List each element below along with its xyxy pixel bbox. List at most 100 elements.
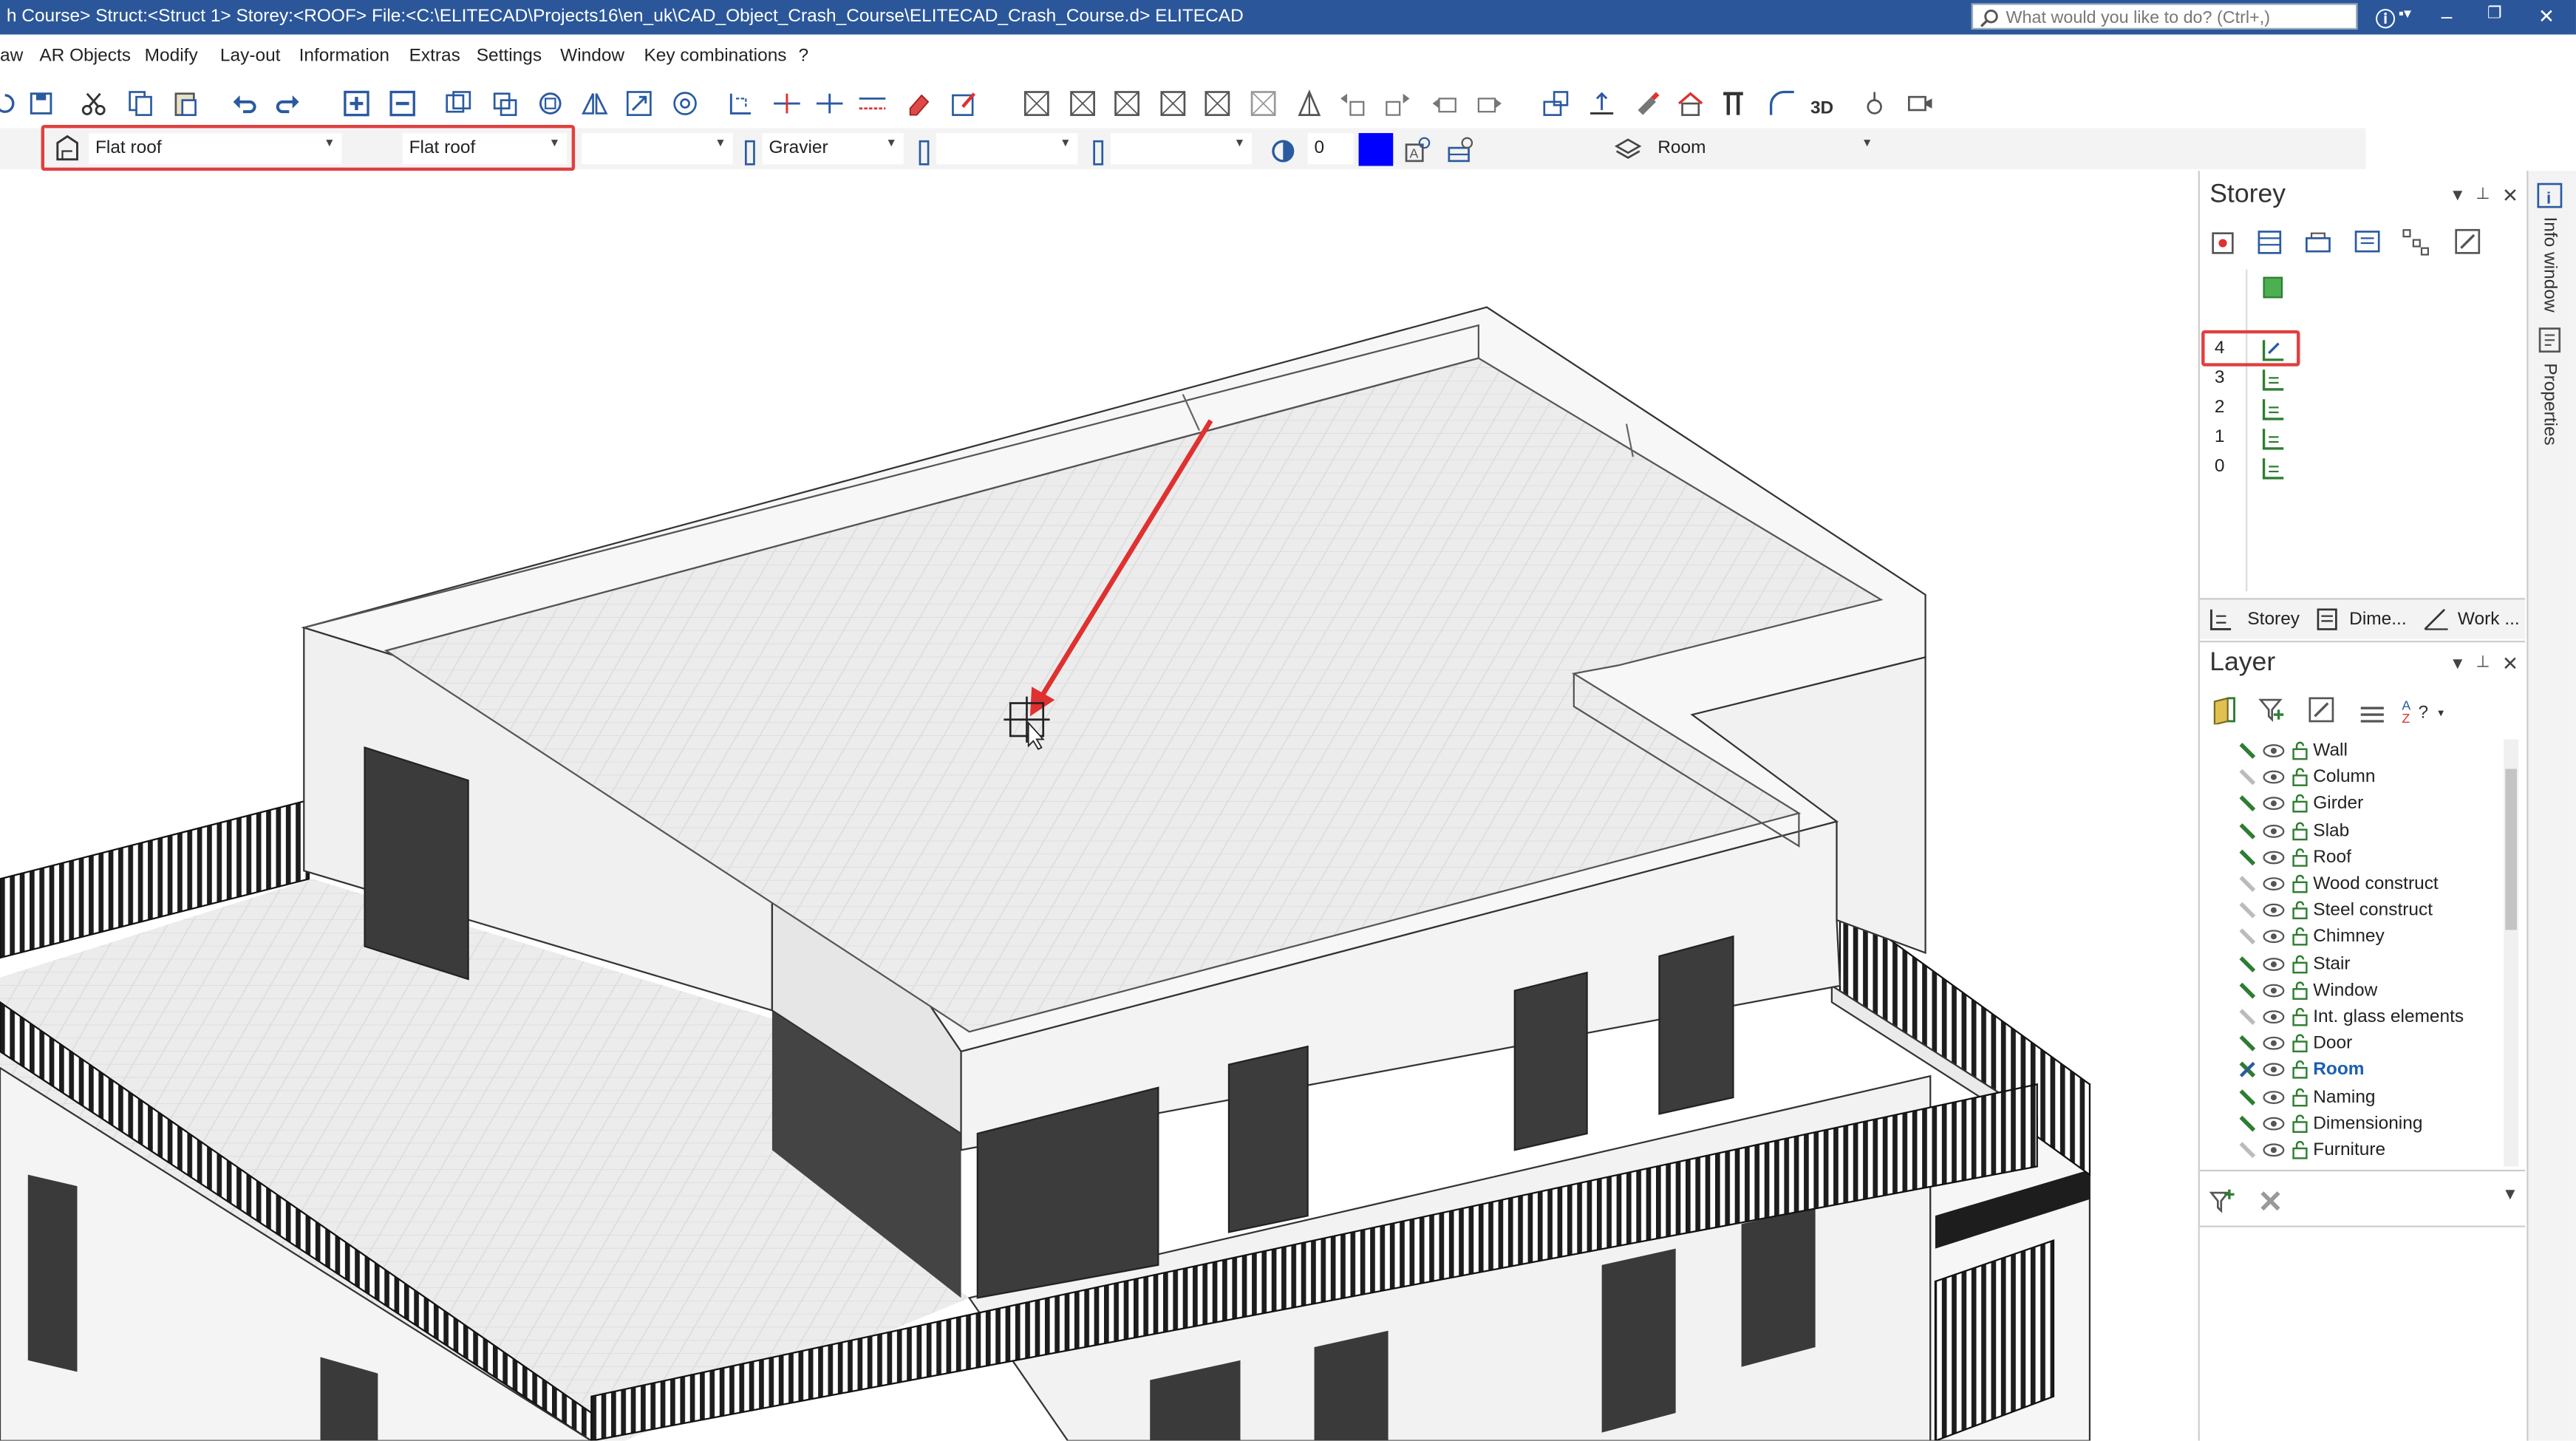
eye-icon[interactable] xyxy=(2262,794,2285,814)
transparency-input[interactable]: 0 xyxy=(1307,133,1354,165)
layer-active-icon[interactable] xyxy=(2238,1140,2258,1160)
redo-icon[interactable] xyxy=(273,89,302,118)
restore-icon[interactable]: ❐ xyxy=(2487,5,2502,23)
remove-filter-icon[interactable] xyxy=(2255,1186,2285,1216)
menu-information[interactable]: Information xyxy=(299,46,389,66)
eye-icon[interactable] xyxy=(2262,981,2285,1001)
storey-level-icon[interactable] xyxy=(2259,424,2289,454)
close-icon[interactable]: ✕ xyxy=(2538,5,2555,28)
mirror-icon[interactable] xyxy=(580,89,610,118)
properties-tab[interactable]: Properties xyxy=(2540,363,2560,445)
lock-icon[interactable] xyxy=(2290,794,2310,814)
zoom-in-icon[interactable] xyxy=(341,89,371,118)
layer-row[interactable]: Girder xyxy=(2201,791,2497,817)
info-window-tab[interactable]: Info window xyxy=(2540,217,2560,312)
storey-row-1[interactable]: 1 xyxy=(2215,427,2225,447)
layer-row[interactable]: Roof xyxy=(2201,844,2497,871)
eye-icon[interactable] xyxy=(2262,1060,2285,1080)
eraser-icon[interactable] xyxy=(904,89,933,118)
layer-active-icon[interactable] xyxy=(2238,794,2258,814)
cut-icon[interactable] xyxy=(79,89,109,118)
storey-row-3[interactable]: 3 xyxy=(2215,368,2225,388)
lock-icon[interactable] xyxy=(2290,768,2310,788)
layer-filter-icon[interactable] xyxy=(2258,695,2287,724)
minimize-icon[interactable]: – xyxy=(2442,5,2453,28)
eye-icon[interactable] xyxy=(2262,1087,2285,1107)
view-bottom-icon[interactable] xyxy=(1249,89,1278,118)
column-tool-icon[interactable] xyxy=(1718,89,1748,118)
lock-icon[interactable] xyxy=(2290,1060,2310,1080)
layer-sort-icon[interactable]: A Z? ▾ xyxy=(2402,695,2451,726)
layer-row[interactable]: Stair xyxy=(2201,950,2497,977)
layer-active-icon[interactable] xyxy=(2238,1114,2258,1134)
panel-menu-icon[interactable]: ▼ xyxy=(2450,655,2466,673)
layer-row[interactable]: Naming xyxy=(2201,1083,2497,1110)
layer-scrollbar-thumb[interactable] xyxy=(2505,769,2517,930)
layer-active-icon[interactable] xyxy=(2238,901,2258,921)
view-iso-icon[interactable] xyxy=(1202,89,1232,118)
lock-icon[interactable] xyxy=(2290,1087,2310,1107)
menu-settings[interactable]: Settings xyxy=(477,46,542,66)
copy-element-icon[interactable] xyxy=(443,89,473,118)
storey-visibility-header-icon[interactable] xyxy=(2259,273,2289,302)
layer-row[interactable]: Room xyxy=(2201,1057,2497,1083)
panel-menu-icon[interactable]: ▼ xyxy=(2450,187,2466,205)
layer-active-icon[interactable] xyxy=(2238,768,2258,788)
eye-icon[interactable] xyxy=(2262,1007,2285,1027)
camera-right-icon[interactable] xyxy=(1475,89,1505,118)
offset-icon[interactable] xyxy=(858,89,887,118)
menu-window[interactable]: Window xyxy=(560,46,624,66)
section-icon[interactable] xyxy=(1541,89,1570,118)
view-side-icon[interactable] xyxy=(1112,89,1142,118)
layer-active-icon[interactable] xyxy=(2238,874,2258,894)
view-back-icon[interactable] xyxy=(1158,89,1188,118)
layer-row[interactable]: Furniture xyxy=(2201,1137,2497,1163)
view-top-icon[interactable] xyxy=(1022,89,1052,118)
close-panel-icon[interactable]: ✕ xyxy=(2502,653,2518,675)
layer-row[interactable]: Dimensioning xyxy=(2201,1110,2497,1137)
style-combo[interactable]: ▼ xyxy=(582,133,733,165)
perspective-icon[interactable] xyxy=(1295,89,1324,118)
storey-row-2[interactable]: 2 xyxy=(2215,398,2225,418)
layer-active-icon[interactable] xyxy=(2238,848,2258,868)
eye-icon[interactable] xyxy=(2262,901,2285,921)
eye-icon[interactable] xyxy=(2262,954,2285,974)
level-icon[interactable] xyxy=(1587,89,1617,118)
paint-icon[interactable] xyxy=(1633,89,1663,118)
zoom-out-icon[interactable] xyxy=(388,89,418,118)
line-combo[interactable]: ▼ xyxy=(1110,133,1253,165)
scale-icon[interactable] xyxy=(624,89,654,118)
storey-list-icon[interactable] xyxy=(2255,227,2285,256)
paste-icon[interactable] xyxy=(171,89,200,118)
properties-icon[interactable] xyxy=(2535,325,2564,355)
layer-combo[interactable]: Room ▼ xyxy=(1603,133,1880,165)
undo-icon[interactable] xyxy=(230,89,259,118)
layer-row[interactable]: Wood construct xyxy=(2201,871,2497,897)
new-storey-icon[interactable] xyxy=(2208,227,2238,256)
eye-icon[interactable] xyxy=(2262,1114,2285,1134)
storey-row-0[interactable]: 0 xyxy=(2215,457,2225,477)
lock-icon[interactable] xyxy=(2290,901,2310,921)
house-icon[interactable] xyxy=(1676,89,1706,118)
layer-row[interactable]: Int. glass elements xyxy=(2201,1004,2497,1030)
eye-icon[interactable] xyxy=(2262,848,2285,868)
arc-icon[interactable] xyxy=(1768,89,1797,118)
search-box[interactable]: What would you like to do? (Ctrl+,) xyxy=(1971,3,2358,30)
layer-active-icon[interactable] xyxy=(2238,1060,2258,1080)
color-swatch[interactable] xyxy=(1358,133,1394,166)
3d-viewport[interactable] xyxy=(0,171,2198,1441)
storey-level-icon[interactable] xyxy=(2259,454,2289,483)
trim-icon[interactable] xyxy=(726,89,756,118)
lock-icon[interactable] xyxy=(2290,1034,2310,1054)
layer-row[interactable]: Wall xyxy=(2201,737,2497,764)
layer-settings-icon[interactable] xyxy=(1445,134,1475,164)
layer-active-icon[interactable] xyxy=(2238,954,2258,974)
storey-tree-icon[interactable] xyxy=(2400,227,2430,256)
add-filter-icon[interactable] xyxy=(2208,1186,2238,1216)
lock-icon[interactable] xyxy=(2290,1114,2310,1134)
lock-icon[interactable] xyxy=(2290,741,2310,761)
tab-dimension[interactable]: Dime... xyxy=(2349,610,2406,630)
eye-icon[interactable] xyxy=(2262,1140,2285,1160)
eye-icon[interactable] xyxy=(2262,768,2285,788)
layer-active-icon[interactable] xyxy=(2238,927,2258,947)
